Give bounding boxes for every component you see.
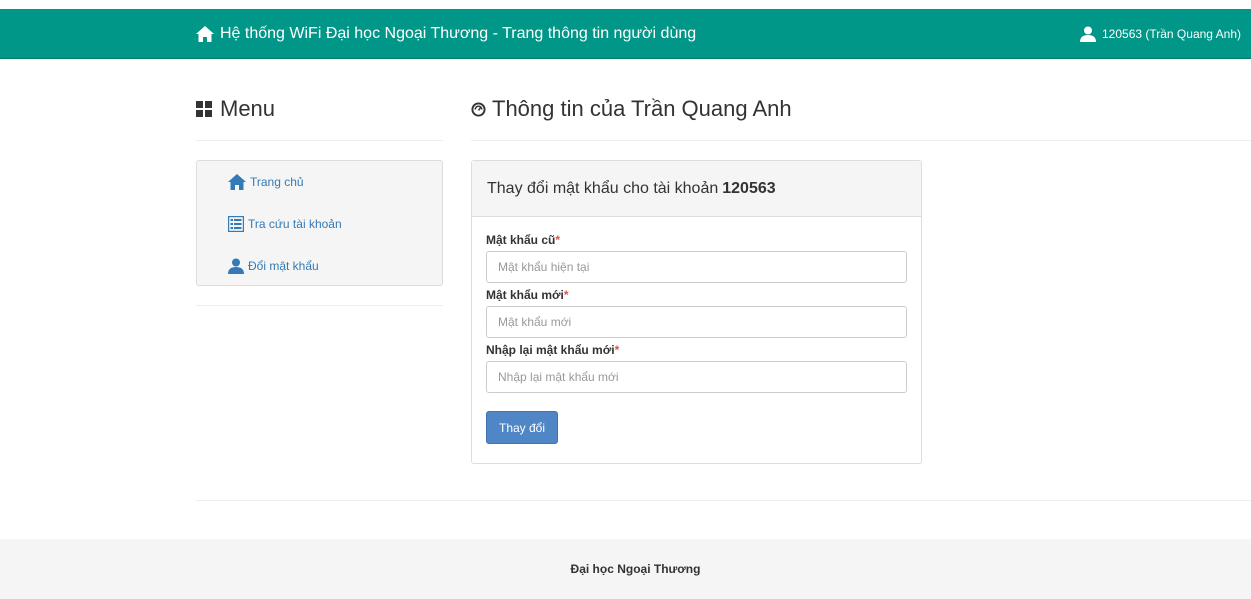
- sidebar-item-label: Đổi mật khẩu: [248, 258, 319, 273]
- old-password-label-text: Mật khẩu cũ: [486, 233, 556, 247]
- sidebar-item-label: Trang chủ: [250, 174, 304, 189]
- panel-account-id: 120563: [722, 179, 776, 197]
- user-icon: [228, 258, 244, 274]
- required-mark: *: [563, 288, 569, 302]
- new-password-input[interactable]: [486, 306, 907, 338]
- sidebar-divider-top: [196, 140, 443, 141]
- panel-heading-text: Thay đổi mật khẩu cho tài khoản: [487, 179, 719, 197]
- sidebar-title: Menu: [196, 96, 275, 122]
- home-icon: [196, 26, 214, 42]
- confirm-password-label: Nhập lại mật khẩu mới*: [486, 342, 907, 359]
- old-password-label: Mật khẩu cũ*: [486, 232, 907, 249]
- footer-divider: [196, 500, 1251, 501]
- user-icon: [1080, 26, 1096, 42]
- required-mark: *: [555, 233, 561, 247]
- new-password-label-text: Mật khẩu mới: [486, 288, 564, 302]
- panel-body: Mật khẩu cũ* Mật khẩu mới* Nhập lại mật …: [472, 217, 921, 444]
- top-navbar: Hệ thống WiFi Đại học Ngoại Thương - Tra…: [0, 9, 1251, 59]
- sidebar-menu: Trang chủ Tra cứu tài khoản Đổi mật khẩu: [196, 160, 443, 286]
- grid-icon: [196, 101, 212, 117]
- sidebar-item-change-password[interactable]: Đổi mật khẩu: [228, 255, 442, 276]
- main-divider-top: [471, 140, 1251, 141]
- dashboard-icon: [471, 101, 486, 117]
- page-title: Thông tin của Trần Quang Anh: [471, 96, 792, 122]
- user-account-link[interactable]: 120563 (Trần Quang Anh): [1080, 9, 1241, 59]
- list-icon: [228, 215, 244, 232]
- footer: Đại học Ngoại Thương: [0, 539, 1251, 599]
- sidebar-item-home[interactable]: Trang chủ: [228, 171, 442, 192]
- change-password-panel: Thay đổi mật khẩu cho tài khoản 120563 M…: [471, 160, 922, 464]
- sidebar-item-account-lookup[interactable]: Tra cứu tài khoản: [228, 213, 442, 234]
- change-password-button[interactable]: Thay đổi: [486, 411, 559, 444]
- sidebar-item-label: Tra cứu tài khoản: [248, 216, 342, 231]
- home-icon: [228, 173, 246, 190]
- panel-heading: Thay đổi mật khẩu cho tài khoản 120563: [472, 161, 921, 217]
- old-password-input[interactable]: [486, 251, 907, 283]
- brand-link[interactable]: Hệ thống WiFi Đại học Ngoại Thương - Tra…: [196, 9, 696, 59]
- confirm-password-input[interactable]: [486, 361, 907, 393]
- sidebar-divider-bottom: [196, 305, 443, 306]
- required-mark: *: [614, 343, 620, 357]
- user-account-text: 120563 (Trần Quang Anh): [1102, 27, 1241, 41]
- new-password-label: Mật khẩu mới*: [486, 287, 907, 304]
- sidebar-title-text: Menu: [220, 96, 276, 121]
- brand-text: Hệ thống WiFi Đại học Ngoại Thương - Tra…: [220, 25, 697, 42]
- page: Hệ thống WiFi Đại học Ngoại Thương - Tra…: [0, 0, 1251, 599]
- footer-text: Đại học Ngoại Thương: [570, 562, 701, 576]
- confirm-password-label-text: Nhập lại mật khẩu mới: [486, 343, 615, 357]
- page-title-text: Thông tin của Trần Quang Anh: [492, 96, 792, 121]
